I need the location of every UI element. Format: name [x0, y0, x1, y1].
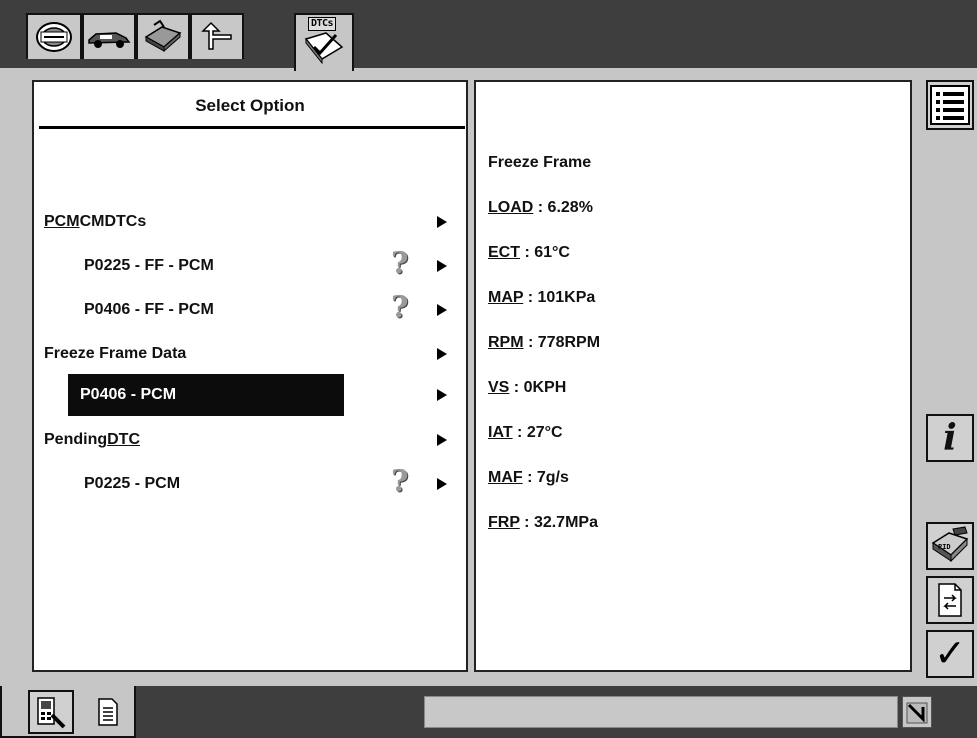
freeze-frame-panel: Freeze Frame LOAD : 6.28% ECT : 61°C MAP… — [474, 80, 912, 672]
pid-value: : 32.7MPa — [519, 514, 598, 531]
select-option-panel: Select Option PCM CMDTCs P0225 - FF - PC… — [32, 80, 468, 672]
list-menu-icon — [930, 85, 970, 125]
cmdtcs-label: CMDTCs — [79, 213, 147, 230]
tab-vehicle[interactable] — [26, 13, 82, 59]
pid-vs: VS : 0KPH — [488, 379, 566, 397]
list-item-pcm-cmdtcs[interactable]: PCM CMDTCs — [44, 204, 424, 240]
pid-edit-button[interactable]: PID — [926, 522, 974, 570]
expand-arrow-icon[interactable] — [437, 389, 447, 401]
back-arrow-icon — [201, 21, 232, 50]
pcm-label: PCM — [44, 213, 80, 230]
list-item-label: P0406 - PCM — [80, 386, 177, 403]
list-item-p0406-ff-pcm[interactable]: P0406 - FF - PCM — [84, 292, 364, 328]
signal-icon — [906, 702, 928, 724]
pending-label: Pending — [44, 431, 108, 448]
pid-ect: ECT : 61°C — [488, 244, 570, 262]
pid-value: : 0KPH — [509, 379, 567, 396]
tab-toolbox[interactable] — [136, 13, 190, 59]
expand-arrow-icon[interactable] — [437, 348, 447, 360]
list-item-label: Freeze Frame Data — [44, 345, 187, 362]
pid-load: LOAD : 6.28% — [488, 199, 593, 217]
pid-rpm: RPM : 778RPM — [488, 334, 600, 352]
freeze-frame-title: Freeze Frame — [488, 154, 592, 171]
help-question-icon[interactable]: ? — [391, 249, 409, 279]
status-signal-button[interactable] — [902, 696, 932, 728]
pid-value: : 61°C — [520, 244, 570, 261]
pid-icon-label: PID — [938, 543, 951, 551]
pid-value: : 7g/s — [522, 469, 569, 486]
tab-car[interactable] — [82, 13, 136, 59]
info-button[interactable]: i — [926, 414, 974, 462]
list-item-p0406-pcm-selected[interactable]: P0406 - PCM — [68, 374, 344, 416]
list-item-freeze-frame-data[interactable]: Freeze Frame Data — [44, 336, 424, 372]
document-refresh-icon — [938, 583, 962, 617]
pid-key[interactable]: FRP — [488, 514, 520, 531]
pid-map: MAP : 101KPa — [488, 289, 595, 307]
scanner-tool-tab[interactable] — [28, 690, 74, 734]
list-menu-button[interactable] — [926, 80, 974, 130]
dtc-label: DTC — [107, 431, 140, 448]
pid-key[interactable]: VS — [488, 379, 509, 396]
car-icon — [88, 32, 131, 48]
pid-key[interactable]: RPM — [488, 334, 524, 351]
expand-arrow-icon[interactable] — [437, 434, 447, 446]
document-tab[interactable] — [88, 692, 128, 732]
checkmark-icon: ✓ — [934, 633, 966, 675]
tab-back[interactable] — [190, 13, 244, 59]
expand-arrow-icon[interactable] — [437, 216, 447, 228]
expand-arrow-icon[interactable] — [437, 478, 447, 490]
pid-key[interactable]: MAF — [488, 469, 523, 486]
scanner-tool-icon — [37, 697, 66, 729]
list-item-p0225-ff-pcm[interactable]: P0225 - FF - PCM — [84, 248, 364, 284]
expand-arrow-icon[interactable] — [437, 304, 447, 316]
list-item-label: P0406 - FF - PCM — [84, 301, 214, 318]
list-item-p0225-pcm[interactable]: P0225 - PCM — [84, 466, 364, 502]
pid-value: : 101KPa — [523, 289, 596, 306]
pid-value: : 6.28% — [533, 199, 593, 216]
pid-iat: IAT : 27°C — [488, 424, 563, 442]
pid-key[interactable]: ECT — [488, 244, 520, 261]
document-refresh-button[interactable] — [926, 576, 974, 624]
panel-title: Select Option — [195, 96, 305, 115]
pid-key[interactable]: IAT — [488, 424, 513, 441]
list-item-label: P0225 - PCM — [84, 475, 181, 492]
confirm-button[interactable]: ✓ — [926, 630, 974, 678]
toolbox-icon — [144, 19, 182, 53]
list-item-pending-dtc[interactable]: Pending DTC — [44, 422, 424, 458]
status-bar — [424, 696, 898, 728]
help-question-icon[interactable]: ? — [391, 293, 409, 323]
list-item-label: P0225 - FF - PCM — [84, 257, 214, 274]
pid-maf: MAF : 7g/s — [488, 469, 569, 487]
expand-arrow-icon[interactable] — [437, 260, 447, 272]
pid-value: : 27°C — [512, 424, 563, 441]
document-icon — [98, 698, 118, 726]
title-divider — [39, 126, 465, 129]
pid-key[interactable]: MAP — [488, 289, 523, 306]
pid-key[interactable]: LOAD — [488, 199, 533, 216]
pid-value: : 778RPM — [523, 334, 601, 351]
pid-frp: FRP : 32.7MPa — [488, 514, 598, 532]
info-icon: i — [943, 417, 957, 459]
help-question-icon[interactable]: ? — [391, 467, 409, 497]
dtcs-checklist-icon — [304, 32, 344, 65]
pid-edit-icon: PID — [931, 526, 969, 563]
tab-dtcs[interactable]: DTCs — [294, 13, 354, 71]
vehicle-wheel-icon — [36, 22, 72, 52]
